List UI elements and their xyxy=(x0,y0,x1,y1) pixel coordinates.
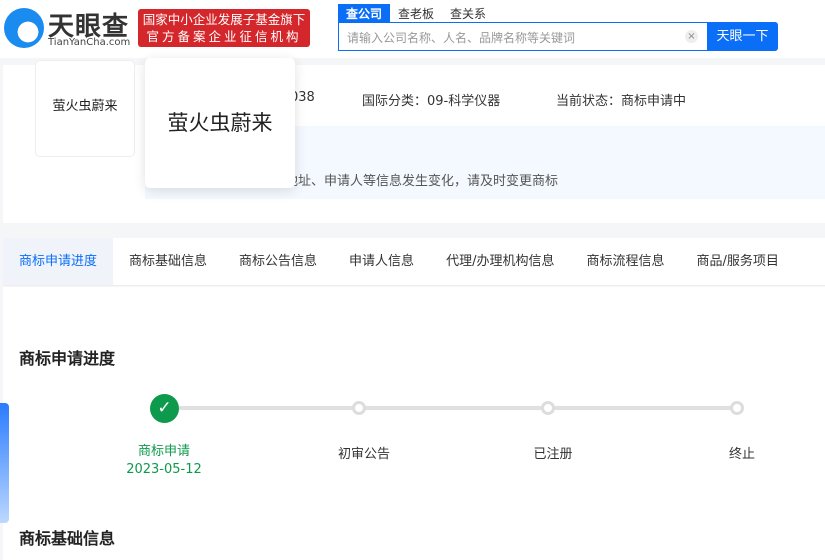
current-status: 当前状态：商标申请中 xyxy=(556,94,687,109)
tab-applicant[interactable]: 申请人信息 xyxy=(333,238,430,285)
check-icon: ✓ xyxy=(150,394,179,423)
search-tab-company[interactable]: 查公司 xyxy=(338,4,391,23)
search-tab-relation[interactable]: 查关系 xyxy=(442,4,494,23)
tab-agency[interactable]: 代理/办理机构信息 xyxy=(430,238,570,285)
step-label-2: 初审公告 xyxy=(337,447,390,462)
section-title-progress: 商标申请进度 xyxy=(19,349,116,368)
tab-progress[interactable]: 商标申请进度 xyxy=(3,238,114,285)
tab-basic-info[interactable]: 商标基础信息 xyxy=(113,238,223,285)
step-dot-4 xyxy=(730,401,744,415)
tab-goods-services[interactable]: 商品/服务项目 xyxy=(680,238,794,285)
tianyancha-logo-icon[interactable] xyxy=(4,8,44,48)
step-label-1: 商标申请 xyxy=(137,444,190,459)
step-dot-3 xyxy=(541,401,555,415)
search-button[interactable]: 天眼一下 xyxy=(707,22,778,51)
progress-track xyxy=(175,406,737,410)
step-label-4: 终止 xyxy=(728,447,755,462)
step-label-3: 已注册 xyxy=(533,447,573,462)
banner-line-1: 国家中小企业发展子基金旗下 xyxy=(142,12,306,27)
trademark-image[interactable]: 萤火虫蔚来 xyxy=(35,60,135,157)
notice-text: 地址、申请人等信息发生变化，请及时变更商标 xyxy=(285,174,559,189)
search-input[interactable]: 请输入公司名称、人名、品牌名称等关键词 × xyxy=(338,22,708,51)
trademark-image-preview: 萤火虫蔚来 xyxy=(145,58,295,188)
header: 天眼查 TianYanCha.com 国家中小企业发展子基金旗下 官方备案企业征… xyxy=(0,0,825,58)
international-class: 国际分类：09-科学仪器 xyxy=(362,94,501,109)
tab-announcement[interactable]: 商标公告信息 xyxy=(223,238,333,285)
progress-section: 商标申请进度 ✓ 商标申请 2023-05-12 初审公告 已注册 终止 商标基… xyxy=(3,287,825,560)
promo-banner[interactable]: 国家中小企业发展子基金旗下 官方备案企业征信机构 xyxy=(138,9,310,47)
banner-line-2: 官方备案企业征信机构 xyxy=(146,29,302,44)
search-tab-boss[interactable]: 查老板 xyxy=(390,4,442,23)
search-placeholder: 请输入公司名称、人名、品牌名称等关键词 xyxy=(347,31,576,45)
side-float-widget[interactable] xyxy=(0,403,9,523)
detail-tabs: 商标申请进度 商标基础信息 商标公告信息 申请人信息 代理/办理机构信息 商标流… xyxy=(3,238,825,286)
search-tabs: 查公司 查老板 查关系 xyxy=(338,4,494,23)
step-dot-2 xyxy=(352,401,366,415)
tab-process[interactable]: 商标流程信息 xyxy=(570,238,680,285)
clear-icon[interactable]: × xyxy=(685,30,698,43)
section-title-basic-info: 商标基础信息 xyxy=(19,529,116,548)
step-date-1: 2023-05-12 xyxy=(126,462,202,477)
logo-subtext: TianYanCha.com xyxy=(48,37,131,48)
